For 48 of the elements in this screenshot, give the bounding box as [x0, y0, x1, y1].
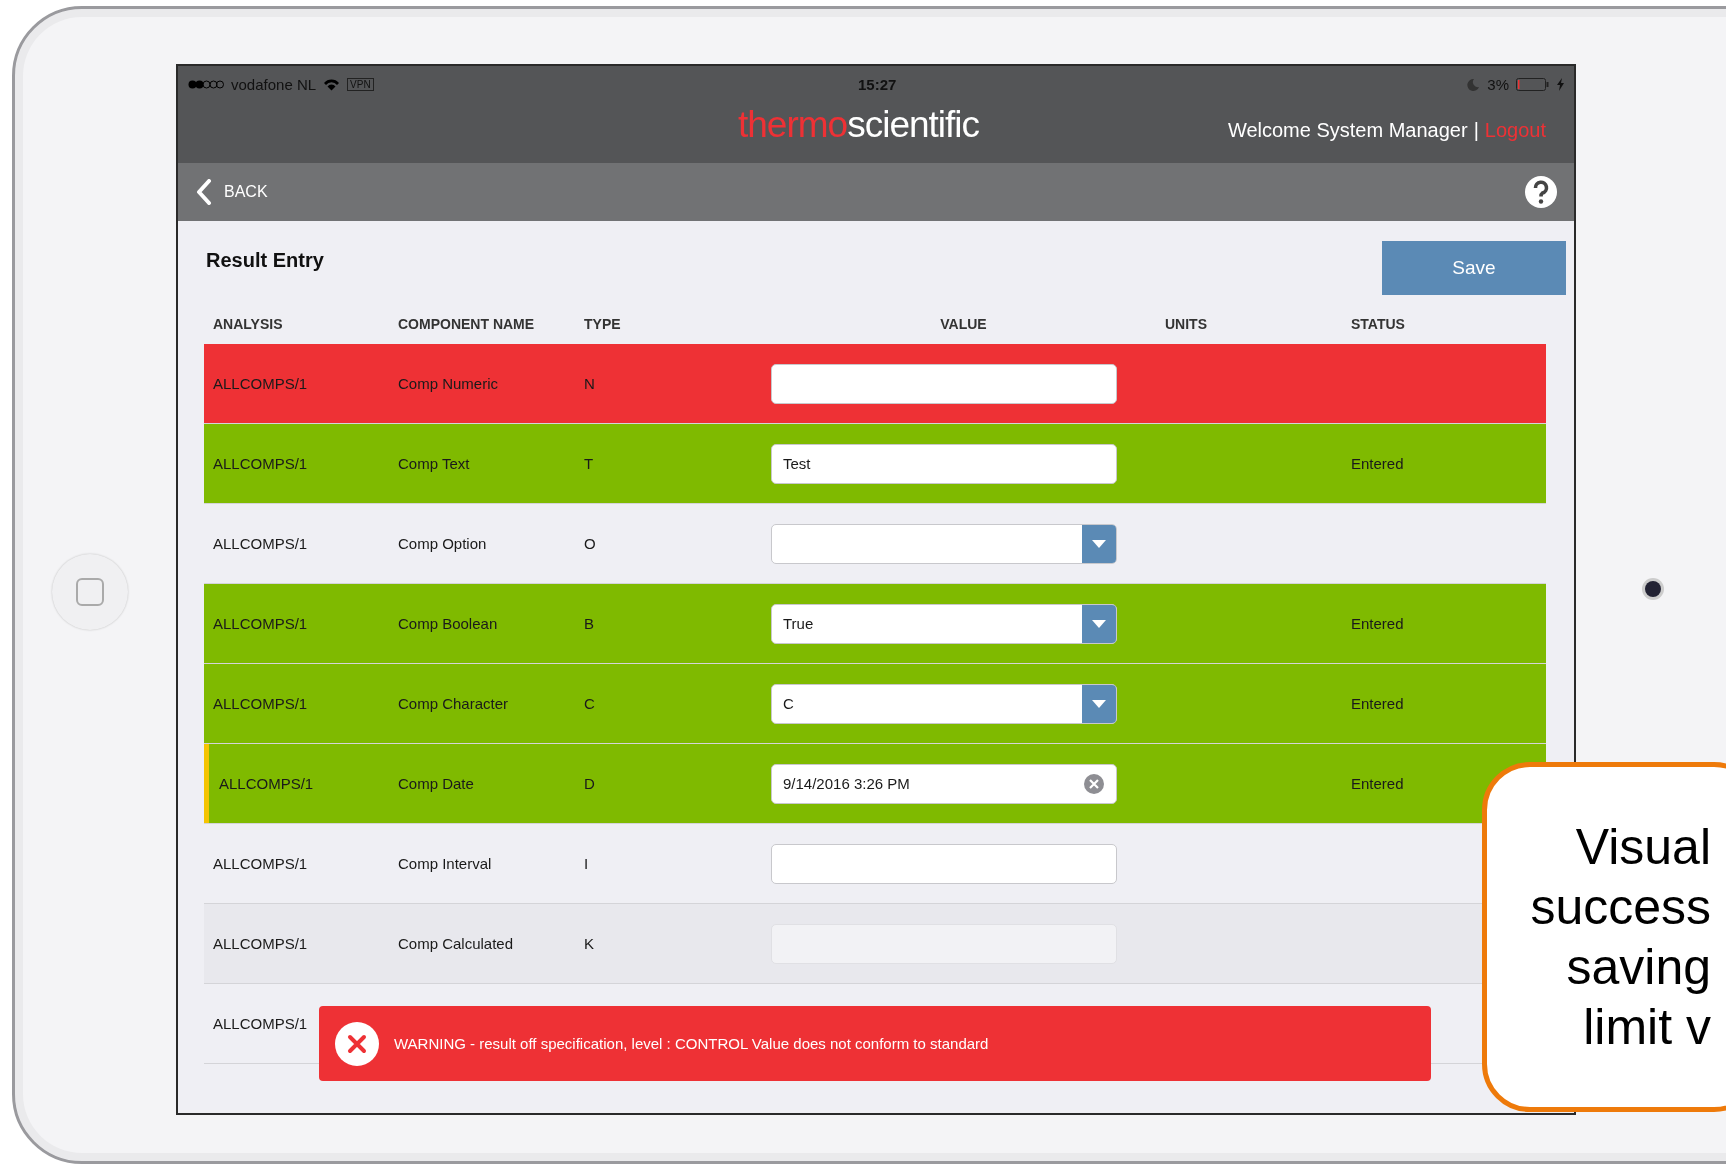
- table-cell-text: ALLCOMPS/1: [212, 1015, 309, 1032]
- table-cell-text: K: [583, 935, 595, 952]
- carrier-name: vodafone NL: [231, 75, 317, 93]
- table-cell-text: B: [583, 615, 595, 632]
- welcome-text: Welcome System Manager: [1227, 119, 1468, 142]
- table-cell-text: I: [583, 855, 590, 872]
- table-cell-text: T: [583, 455, 595, 472]
- callout-text: limit v: [1583, 998, 1711, 1057]
- column-header: TYPE: [583, 316, 622, 332]
- column-header: ANALYSIS: [212, 316, 284, 332]
- logo-word: scientific: [847, 103, 980, 145]
- column-header: VALUE: [939, 316, 988, 332]
- table-cell-text: Comp Character: [397, 695, 510, 712]
- table-cell-text: N: [583, 375, 596, 392]
- table-cell-text: Comp Interval: [397, 855, 493, 872]
- table-cell-text: O: [583, 535, 597, 552]
- status-text: Entered: [1350, 615, 1405, 632]
- column-header: UNITS: [1164, 316, 1208, 332]
- clock-time: 15:27: [858, 75, 897, 93]
- table-cell-text: ALLCOMPS/1: [212, 455, 309, 472]
- table-cell-text: ALLCOMPS/1: [212, 695, 309, 712]
- table-cell-text: Comp Boolean: [397, 615, 499, 632]
- table-cell-text: ALLCOMPS/1: [212, 855, 309, 872]
- table-cell-text: Comp Text: [397, 455, 471, 472]
- table-cell-text: ALLCOMPS/1: [212, 375, 309, 392]
- table-cell-text: ALLCOMPS/1: [218, 775, 315, 792]
- status-text: Entered: [1350, 695, 1405, 712]
- battery-percent: 3%: [1487, 75, 1509, 93]
- table-cell-text: ALLCOMPS/1: [212, 935, 309, 952]
- table-cell-text: Comp Calculated: [397, 935, 515, 952]
- status-text: Entered: [1350, 775, 1405, 792]
- table-cell-text: D: [583, 775, 596, 792]
- table-cell-text: Comp Option: [397, 535, 488, 552]
- callout-text: saving: [1566, 938, 1711, 997]
- table-cell-text: ALLCOMPS/1: [212, 615, 309, 632]
- warning-message: WARNING - result off specification, level : CONTROL Value does not conform to standard: [394, 1035, 989, 1052]
- table-cell-text: ALLCOMPS/1: [212, 535, 309, 552]
- vpn-indicator: VPN: [347, 77, 374, 91]
- column-header: COMPONENT NAME: [397, 316, 536, 332]
- callout-text: Visual: [1575, 818, 1711, 877]
- table-cell-text: C: [583, 695, 596, 712]
- table-cell-text: Comp Date: [397, 775, 475, 792]
- logo-word: thermo: [738, 103, 848, 145]
- status-text: Entered: [1350, 455, 1405, 472]
- separator-text: |: [1473, 119, 1479, 142]
- column-header: STATUS: [1350, 316, 1406, 332]
- page-title: Result Entry: [206, 249, 324, 272]
- table-cell-text: Comp Numeric: [397, 375, 500, 392]
